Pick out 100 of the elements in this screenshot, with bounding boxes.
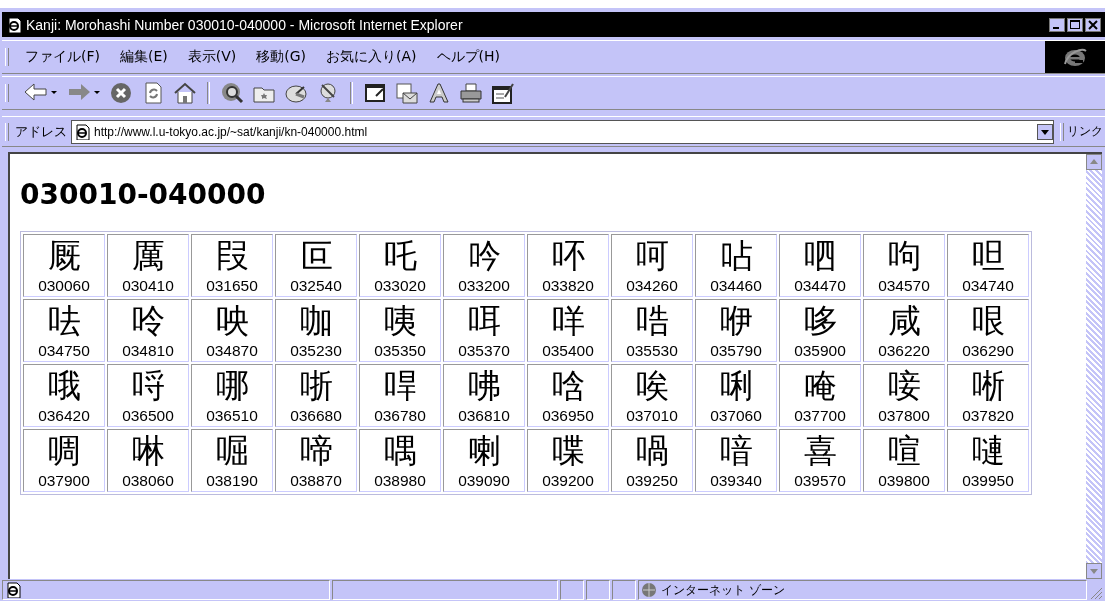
kanji-link[interactable]: 呬 — [781, 235, 859, 277]
kanji-link[interactable]: 喁 — [361, 430, 439, 472]
menu-item[interactable]: お気に入り(A) — [316, 48, 427, 66]
dropdown-button[interactable] — [1037, 123, 1053, 140]
kanji-link[interactable]: 呴 — [865, 235, 943, 277]
kanji-link[interactable]: 咡 — [445, 300, 523, 342]
morohashi-number: 038870 — [289, 472, 343, 490]
links-button[interactable]: リンク — [1067, 123, 1105, 140]
kanji-link[interactable]: 喧 — [865, 430, 943, 472]
kanji-link[interactable]: 哠 — [613, 300, 691, 342]
kanji-link[interactable]: 咖 — [277, 300, 355, 342]
window-title: Kanji: Morohashi Number 030010-040000 - Microsoft Internet Explorer — [26, 16, 464, 33]
home-icon[interactable] — [173, 81, 197, 105]
menu-item[interactable]: 移動(G) — [246, 48, 317, 66]
morohashi-number: 030410 — [121, 277, 175, 295]
morohashi-number: 035900 — [793, 342, 847, 360]
kanji-link[interactable]: 喎 — [613, 430, 691, 472]
dropdown-caret-icon[interactable] — [94, 91, 101, 95]
kanji-link[interactable]: 厲 — [109, 235, 187, 277]
morohashi-number: 037700 — [793, 407, 847, 425]
kanji-link[interactable]: 哳 — [277, 365, 355, 407]
morohashi-number: 031650 — [205, 277, 259, 295]
stop-icon[interactable] — [109, 81, 133, 105]
kanji-link[interactable]: 啼 — [277, 430, 355, 472]
zone-label: インターネット ゾーン — [661, 581, 785, 599]
maximize-button[interactable] — [1067, 17, 1083, 32]
kanji-link[interactable]: 咸 — [865, 300, 943, 342]
menu-item[interactable]: 編集(E) — [110, 48, 178, 66]
morohashi-number: 036220 — [877, 342, 931, 360]
mail-icon[interactable] — [395, 81, 419, 105]
morohashi-number: 034750 — [37, 342, 91, 360]
status-pane — [560, 580, 584, 600]
status-pane — [612, 580, 636, 600]
kanji-link[interactable]: 喋 — [529, 430, 607, 472]
kanji-link[interactable]: 唵 — [781, 365, 859, 407]
kanji-link[interactable]: 哏 — [949, 300, 1027, 342]
morohashi-number: 035400 — [541, 342, 595, 360]
kanji-link[interactable]: 哦 — [25, 365, 103, 407]
kanji-link[interactable]: 啁 — [25, 430, 103, 472]
menu-item[interactable]: 表示(V) — [177, 48, 247, 66]
globe-icon — [641, 582, 657, 598]
browser-icon — [6, 16, 22, 33]
window-icon[interactable] — [363, 81, 387, 105]
kanji-link[interactable]: 叵 — [277, 235, 355, 277]
printer-icon[interactable] — [459, 81, 483, 105]
kanji-link[interactable]: 哷 — [109, 365, 187, 407]
kanji-link[interactable]: 唅 — [529, 365, 607, 407]
kanji-link[interactable]: 呾 — [949, 235, 1027, 277]
kanji-link[interactable]: 喜 — [781, 430, 859, 472]
kanji-link[interactable]: 吒 — [361, 235, 439, 277]
morohashi-number: 035790 — [709, 342, 763, 360]
kanji-link[interactable]: 啒 — [193, 430, 271, 472]
page-heading: 030010-040000 — [20, 178, 267, 211]
kanji-link[interactable]: 呤 — [109, 300, 187, 342]
font-icon[interactable] — [427, 81, 451, 105]
kanji-link[interactable]: 唼 — [865, 365, 943, 407]
kanji-link[interactable]: 唉 — [613, 365, 691, 407]
morohashi-number: 038060 — [121, 472, 175, 490]
kanji-link[interactable]: 咈 — [445, 365, 523, 407]
morohashi-number: 034460 — [709, 277, 763, 295]
kanji-link[interactable]: 喇 — [445, 430, 523, 472]
morohashi-number: 036500 — [121, 407, 175, 425]
morohashi-number: 030060 — [37, 277, 91, 295]
kanji-link[interactable]: 唎 — [697, 365, 775, 407]
kanji-link[interactable]: 哪 — [193, 365, 271, 407]
search-icon[interactable] — [220, 81, 244, 105]
morohashi-number: 039200 — [541, 472, 595, 490]
kanji-link[interactable]: 咦 — [361, 300, 439, 342]
kanji-link[interactable]: 叚 — [193, 235, 271, 277]
morohashi-number: 033820 — [541, 277, 595, 295]
kanji-link[interactable]: 呿 — [25, 300, 103, 342]
morohashi-number: 033200 — [457, 277, 511, 295]
morohashi-number: 036680 — [289, 407, 343, 425]
dropdown-caret-icon[interactable] — [51, 91, 58, 95]
morohashi-number: 039090 — [457, 472, 511, 490]
edit-icon[interactable] — [491, 81, 515, 105]
kanji-link[interactable]: 唽 — [949, 365, 1027, 407]
kanji-link[interactable]: 喑 — [697, 430, 775, 472]
kanji-link[interactable]: 啉 — [109, 430, 187, 472]
morohashi-number: 039950 — [961, 472, 1015, 490]
kanji-link[interactable]: 吥 — [529, 235, 607, 277]
morohashi-number: 034260 — [625, 277, 679, 295]
kanji-link[interactable]: 咿 — [697, 300, 775, 342]
morohashi-number: 037900 — [37, 472, 91, 490]
kanji-link[interactable]: 哆 — [781, 300, 859, 342]
menu-item[interactable]: ファイル(F) — [15, 48, 110, 66]
menu-item[interactable]: ヘルプ(H) — [426, 48, 511, 66]
kanji-link[interactable]: 咉 — [193, 300, 271, 342]
kanji-link[interactable]: 呵 — [613, 235, 691, 277]
close-button[interactable] — [1085, 17, 1101, 32]
kanji-link[interactable]: 哻 — [361, 365, 439, 407]
morohashi-number: 034570 — [877, 277, 931, 295]
kanji-link[interactable]: 嗹 — [949, 430, 1027, 472]
kanji-link[interactable]: 咩 — [529, 300, 607, 342]
kanji-link[interactable]: 吟 — [445, 235, 523, 277]
address-field[interactable]: http://www.l.u-tokyo.ac.jp/~sat/kanji/kn-040000.html — [71, 119, 1054, 144]
kanji-link[interactable]: 呫 — [697, 235, 775, 277]
minimize-button[interactable] — [1049, 17, 1065, 32]
kanji-link[interactable]: 厩 — [25, 235, 103, 277]
morohashi-number: 036290 — [961, 342, 1015, 360]
